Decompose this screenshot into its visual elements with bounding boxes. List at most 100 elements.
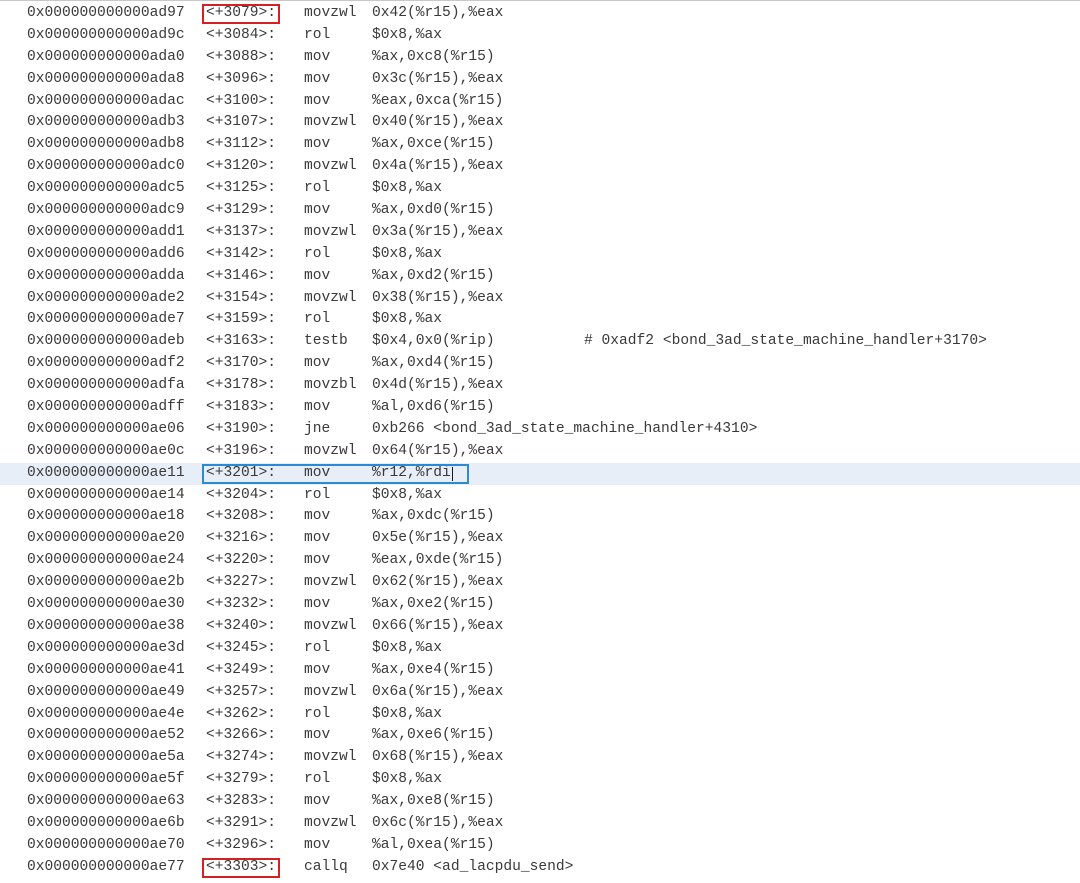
instruction-address: 0x000000000000ae5a [27, 749, 185, 766]
instruction-mnemonic: movzwl [304, 814, 357, 831]
instruction-address: 0x000000000000adc5 [27, 180, 185, 197]
disassembly-row[interactable]: 0x000000000000ada8 <+3096>: mov 0x3c(%r15),… [0, 69, 1080, 91]
disassembly-row[interactable]: 0x000000000000ae5f <+3279>: rol $0x8,%ax [0, 769, 1080, 791]
instruction-offset: <+3216>: [206, 530, 277, 547]
instruction-mnemonic: callq [304, 858, 348, 875]
instruction-operands: 0x3a(%r15),%eax [372, 223, 504, 240]
disassembly-row[interactable]: 0x000000000000ae38 <+3240>: movzwl 0x66(%r1… [0, 616, 1080, 638]
disassembly-row[interactable]: 0x000000000000ad9c <+3084>: rol $0x8,%ax [0, 25, 1080, 47]
instruction-mnemonic: jne [304, 420, 331, 437]
instruction-mnemonic: rol [304, 180, 331, 197]
instruction-mnemonic: mov [304, 793, 331, 810]
instruction-operands: %ax,0xc8(%r15) [372, 48, 495, 65]
instruction-operands: 0x64(%r15),%eax [372, 442, 504, 459]
instruction-mnemonic: mov [304, 267, 331, 284]
disassembly-row[interactable]: 0x000000000000adc9 <+3129>: mov %ax,0xd0(%r… [0, 200, 1080, 222]
instruction-address: 0x000000000000add1 [27, 223, 185, 240]
disassembly-row[interactable]: 0x000000000000adb8 <+3112>: mov %ax,0xce(%r… [0, 134, 1080, 156]
instruction-operands: $0x8,%ax [372, 180, 443, 197]
disassembly-row[interactable]: 0x000000000000adeb <+3163>: testb $0x4,0x0(… [0, 331, 1080, 353]
instruction-address: 0x000000000000adff [27, 399, 185, 416]
disassembly-row[interactable]: 0x000000000000ae0c <+3196>: movzwl 0x64(%r1… [0, 441, 1080, 463]
instruction-operands: $0x8,%ax [372, 26, 443, 43]
disassembly-row[interactable]: 0x000000000000ae4e <+3262>: rol $0x8,%ax [0, 704, 1080, 726]
disassembly-row[interactable]: 0x000000000000ae52 <+3266>: mov %ax,0xe6(%r… [0, 725, 1080, 747]
instruction-mnemonic: rol [304, 245, 331, 262]
disassembly-row[interactable]: 0x000000000000ae11 <+3201>: mov %r12,%rdi [0, 462, 1080, 485]
instruction-address: 0x000000000000ae06 [27, 420, 185, 437]
disassembly-listing[interactable]: 0x000000000000ad97 <+3079>: movzwl 0x42(%r1… [0, 3, 1080, 879]
instruction-offset: <+3088>: [206, 48, 277, 65]
instruction-operands: %al,0xd6(%r15) [372, 399, 495, 416]
disassembly-row[interactable]: 0x000000000000ade7 <+3159>: rol $0x8,%ax [0, 309, 1080, 331]
disassembly-row[interactable]: 0x000000000000ae20 <+3216>: mov 0x5e(%r15),… [0, 528, 1080, 550]
instruction-address: 0x000000000000adda [27, 267, 185, 284]
instruction-offset: <+3100>: [206, 92, 277, 109]
instruction-operands: $0x4,0x0(%rip) [372, 333, 495, 350]
disassembly-row[interactable]: 0x000000000000ae24 <+3220>: mov %eax,0xde(%… [0, 550, 1080, 572]
disassembly-row[interactable]: 0x000000000000adb3 <+3107>: movzwl 0x40(%r1… [0, 112, 1080, 134]
instruction-operands: 0x40(%r15),%eax [372, 114, 504, 131]
instruction-operands: 0x6a(%r15),%eax [372, 683, 504, 700]
instruction-offset: <+3220>: [206, 552, 277, 569]
disassembly-row[interactable]: 0x000000000000adc5 <+3125>: rol $0x8,%ax [0, 178, 1080, 200]
disassembly-row[interactable]: 0x000000000000ae3d <+3245>: rol $0x8,%ax [0, 638, 1080, 660]
disassembly-row[interactable]: 0x000000000000ae41 <+3249>: mov %ax,0xe4(%r… [0, 660, 1080, 682]
disassembly-row[interactable]: 0x000000000000add1 <+3137>: movzwl 0x3a(%r1… [0, 222, 1080, 244]
instruction-operands: %ax,0xe2(%r15) [372, 596, 495, 613]
instruction-mnemonic: mov [304, 92, 331, 109]
instruction-address: 0x000000000000ae30 [27, 596, 185, 613]
instruction-address: 0x000000000000ae6b [27, 814, 185, 831]
disassembly-row[interactable]: 0x000000000000ada0 <+3088>: mov %ax,0xc8(%r… [0, 47, 1080, 69]
instruction-address: 0x000000000000ae5f [27, 771, 185, 788]
disassembly-row[interactable]: 0x000000000000ae6b <+3291>: movzwl 0x6c(%r1… [0, 813, 1080, 835]
instruction-mnemonic: mov [304, 727, 331, 744]
disassembly-row[interactable]: 0x000000000000ae70 <+3296>: mov %al,0xea(%r… [0, 835, 1080, 857]
instruction-mnemonic: mov [304, 530, 331, 547]
instruction-address: 0x000000000000adc9 [27, 202, 185, 219]
instruction-offset: <+3178>: [206, 377, 277, 394]
instruction-offset: <+3232>: [206, 596, 277, 613]
instruction-mnemonic: movzwl [304, 574, 357, 591]
disassembly-row[interactable]: 0x000000000000ae18 <+3208>: mov %ax,0xdc(%r… [0, 506, 1080, 528]
disassembly-row[interactable]: 0x000000000000ae49 <+3257>: movzwl 0x6a(%r1… [0, 682, 1080, 704]
instruction-mnemonic: mov [304, 48, 331, 65]
instruction-operands: 0x62(%r15),%eax [372, 574, 504, 591]
instruction-offset: <+3274>: [206, 749, 277, 766]
disassembly-row[interactable]: 0x000000000000ae2b <+3227>: movzwl 0x62(%r1… [0, 572, 1080, 594]
disassembly-row[interactable]: 0x000000000000adda <+3146>: mov %ax,0xd2(%r… [0, 266, 1080, 288]
instruction-offset: <+3142>: [206, 245, 277, 262]
instruction-operands: %ax,0xce(%r15) [372, 136, 495, 153]
disassembly-row[interactable]: 0x000000000000ae77 <+3303>: callq 0x7e40 <a… [0, 857, 1080, 879]
instruction-offset: <+3084>: [206, 26, 277, 43]
disassembly-row[interactable]: 0x000000000000ae14 <+3204>: rol $0x8,%ax [0, 485, 1080, 507]
disassembly-row[interactable]: 0x000000000000ae5a <+3274>: movzwl 0x68(%r1… [0, 747, 1080, 769]
instruction-mnemonic: rol [304, 26, 331, 43]
instruction-offset: <+3183>: [206, 399, 277, 416]
disassembly-row[interactable]: 0x000000000000add6 <+3142>: rol $0x8,%ax [0, 244, 1080, 266]
disassembly-row[interactable]: 0x000000000000ae06 <+3190>: jne 0xb266 <bon… [0, 419, 1080, 441]
instruction-offset: <+3129>: [206, 202, 277, 219]
instruction-address: 0x000000000000ae4e [27, 705, 185, 722]
disassembly-row[interactable]: 0x000000000000adff <+3183>: mov %al,0xd6(%r… [0, 397, 1080, 419]
disassembly-row[interactable]: 0x000000000000adc0 <+3120>: movzwl 0x4a(%r1… [0, 156, 1080, 178]
disassembly-row[interactable]: 0x000000000000adac <+3100>: mov %eax,0xca(%… [0, 91, 1080, 113]
instruction-address: 0x000000000000ada8 [27, 70, 185, 87]
disassembly-row[interactable]: 0x000000000000ad97 <+3079>: movzwl 0x42(%r1… [0, 3, 1080, 25]
instruction-address: 0x000000000000ade2 [27, 289, 185, 306]
instruction-mnemonic: movzwl [304, 442, 357, 459]
disassembly-row[interactable]: 0x000000000000ae63 <+3283>: mov %ax,0xe8(%r… [0, 791, 1080, 813]
instruction-operands: %ax,0xd2(%r15) [372, 267, 495, 284]
instruction-operands: %ax,0xdc(%r15) [372, 508, 495, 525]
instruction-mnemonic: rol [304, 705, 331, 722]
disassembly-row[interactable]: 0x000000000000adf2 <+3170>: mov %ax,0xd4(%r… [0, 353, 1080, 375]
disassembly-row[interactable]: 0x000000000000ade2 <+3154>: movzwl 0x38(%r1… [0, 288, 1080, 310]
instruction-mnemonic: rol [304, 639, 331, 656]
instruction-operands: 0x4a(%r15),%eax [372, 158, 504, 175]
disassembly-row[interactable]: 0x000000000000ae30 <+3232>: mov %ax,0xe2(%r… [0, 594, 1080, 616]
instruction-mnemonic: movzwl [304, 158, 357, 175]
instruction-address: 0x000000000000ae14 [27, 486, 185, 503]
instruction-operands: %ax,0xe6(%r15) [372, 727, 495, 744]
instruction-operands: $0x8,%ax [372, 311, 443, 328]
disassembly-row[interactable]: 0x000000000000adfa <+3178>: movzbl 0x4d(%r1… [0, 375, 1080, 397]
